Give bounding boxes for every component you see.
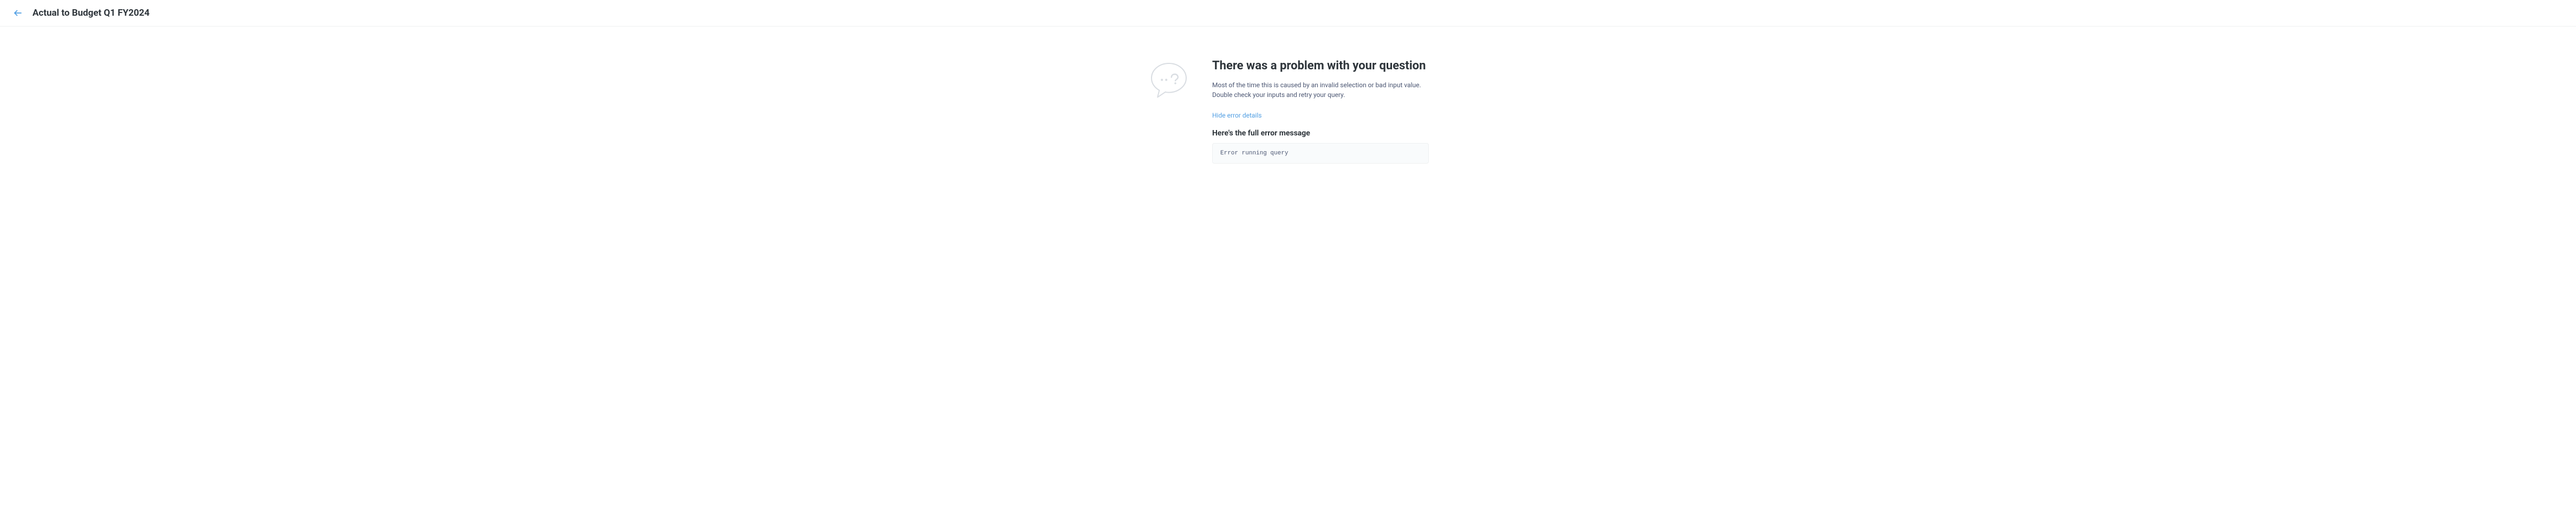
speech-bubble-question-icon [1147,59,1191,105]
page-title: Actual to Budget Q1 FY2024 [32,8,149,18]
error-description: Most of the time this is caused by an in… [1212,80,1429,100]
toggle-error-details-link[interactable]: Hide error details [1212,112,1261,119]
error-container: There was a problem with your question M… [1147,59,1429,164]
page-header: Actual to Budget Q1 FY2024 [0,0,2576,27]
error-message-heading: Here's the full error message [1212,129,1429,138]
error-message-box: Error running query [1212,143,1429,164]
content-area: There was a problem with your question M… [0,27,2576,164]
error-body: There was a problem with your question M… [1212,59,1429,164]
error-title: There was a problem with your question [1212,59,1429,73]
back-arrow-icon[interactable] [13,8,23,18]
